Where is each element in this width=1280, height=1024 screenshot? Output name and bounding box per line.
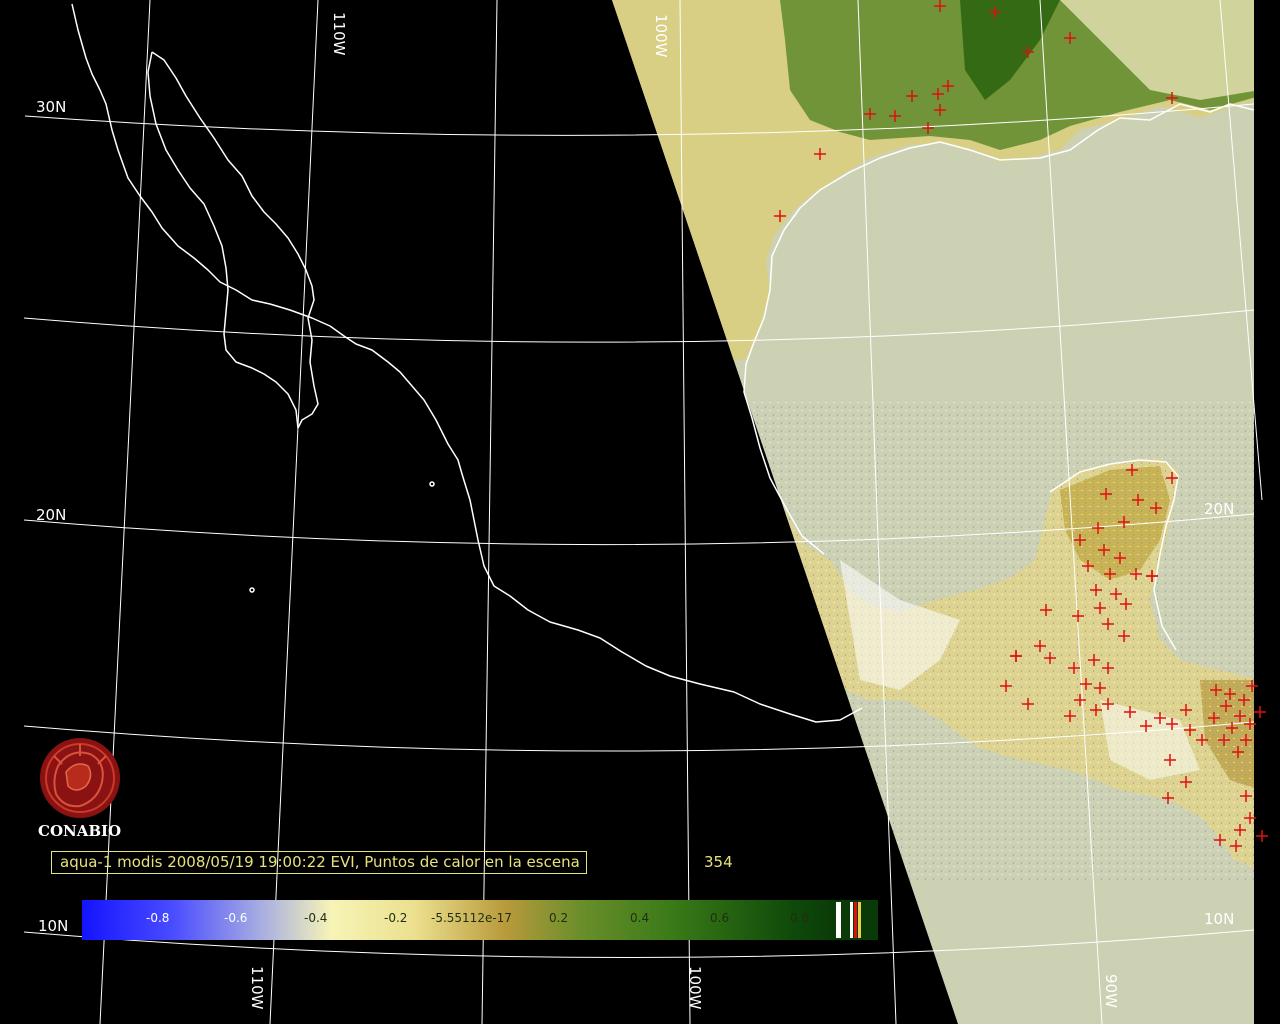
lat-label-30n: 30N [36, 98, 67, 116]
lat-label-20n: 20N [36, 506, 67, 524]
hotspot-marker [1254, 706, 1266, 718]
colorbar-tick: -0.6 [224, 911, 248, 925]
island [429, 481, 435, 487]
lon-label-110w-bottom: 110W [248, 966, 266, 1010]
colorbar-tick: -0.2 [384, 911, 408, 925]
island [249, 587, 255, 593]
colorbar-tick: 0.8 [790, 911, 810, 925]
colorbar-tick: -0.4 [304, 911, 328, 925]
colorbar-marker-yellow [858, 902, 861, 938]
colorbar-marker-white [836, 902, 841, 938]
lat-label-10n-east: 10N [1204, 910, 1235, 928]
colorbar-tick: 0.4 [630, 911, 650, 925]
map-viewer: 30N 20N 10N 20N 10N 110W 110W 100W 100W … [0, 0, 1280, 1024]
conabio-logo-text: CONABIO [38, 822, 122, 840]
colorbar-tick: 0.2 [549, 911, 569, 925]
colorbar-tick: -0.8 [146, 911, 170, 925]
lon-label-100w-bottom: 100W [686, 966, 704, 1010]
colorbar-marker-white [850, 902, 853, 938]
colorbar-marker-red [854, 902, 857, 938]
scene-caption: aqua-1 modis 2008/05/19 19:00:22 EVI, Pu… [51, 851, 587, 874]
coast-baja-west [147, 51, 299, 429]
colorbar-tick: -5.55112e-17 [431, 911, 512, 925]
lon-label-100w-top: 100W [652, 14, 670, 58]
hotspot-count: 354 [704, 853, 733, 871]
lat-label-10n: 10N [38, 917, 69, 935]
lat-label-20n-east: 20N [1204, 500, 1235, 518]
coast-baja-east [151, 51, 319, 429]
lon-label-90w-bottom: 90W [1102, 974, 1120, 1008]
lon-label-110w-top: 110W [330, 12, 348, 56]
colorbar-tick: 0.6 [710, 911, 730, 925]
hotspot-marker [1256, 830, 1268, 842]
